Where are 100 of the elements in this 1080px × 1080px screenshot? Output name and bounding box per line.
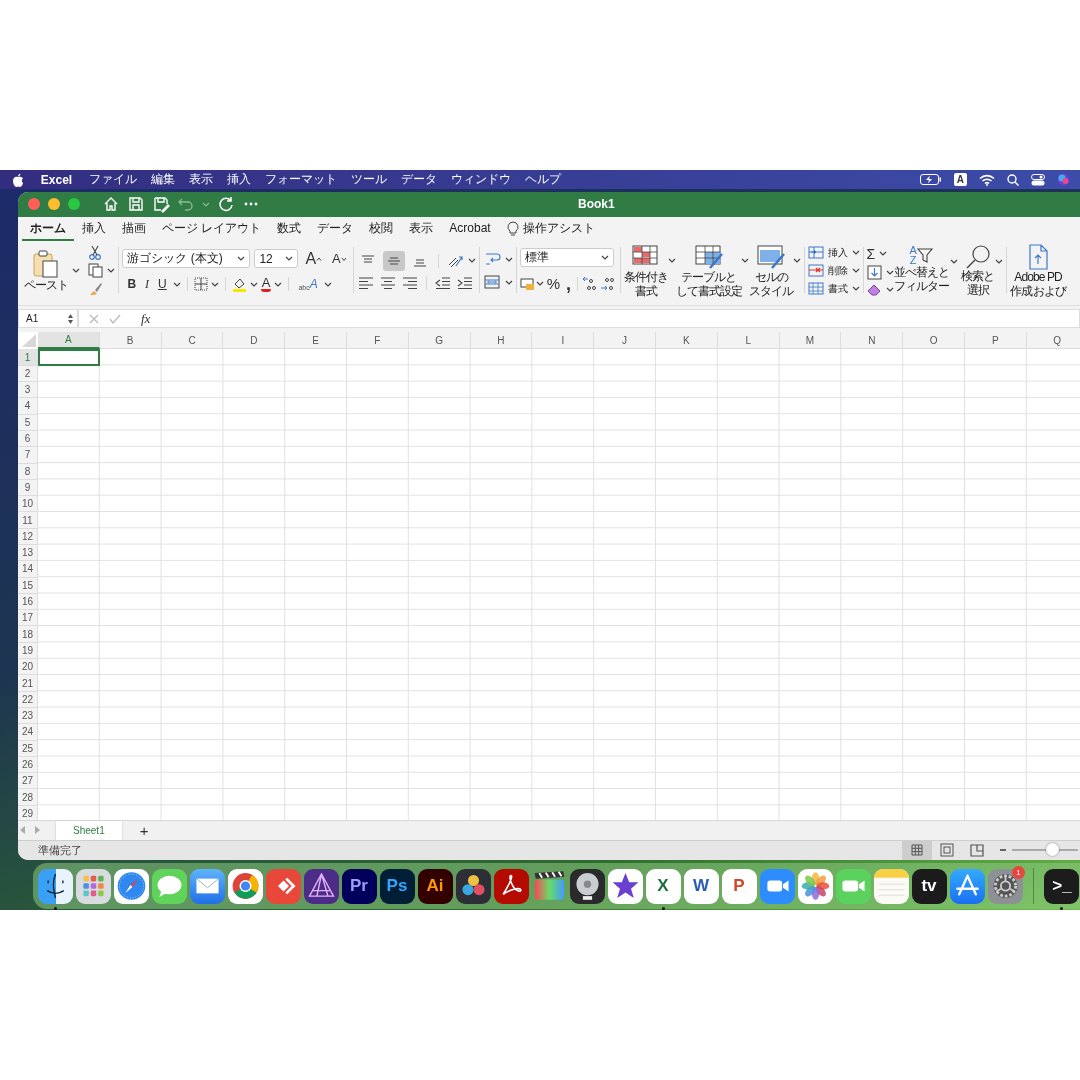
paintbrush-icon[interactable] [88, 281, 104, 297]
column-header[interactable]: K [655, 332, 718, 350]
envelope-icon[interactable] [189, 868, 225, 904]
smiling-face-icon[interactable] [37, 868, 73, 904]
number-format-dropdown[interactable]: 標準 [519, 248, 614, 268]
row-header[interactable]: 13 [18, 545, 38, 562]
compass-icon[interactable] [113, 868, 149, 904]
scissors-icon[interactable] [88, 245, 103, 261]
column-header[interactable]: N [841, 332, 904, 350]
column-header[interactable]: I [532, 332, 595, 350]
video-camera-icon[interactable] [759, 868, 795, 904]
paste-button[interactable]: ペースト [24, 249, 69, 292]
delete-cells-button[interactable]: 削除 [807, 263, 848, 279]
colorful-orb-icon[interactable] [1057, 173, 1070, 186]
caret-up-icon[interactable] [316, 256, 323, 261]
column-header[interactable]: A [38, 332, 100, 350]
column-header[interactable]: O [903, 332, 965, 350]
formula-field[interactable]: fx [78, 309, 1080, 328]
caret-icon[interactable] [249, 281, 258, 287]
row-header[interactable]: 17 [18, 610, 38, 627]
menu-item[interactable]: 編集 [144, 171, 182, 188]
zoom-out-icon[interactable] [1000, 849, 1006, 852]
row-header[interactable]: 10 [18, 496, 38, 513]
page-layout-view-icon[interactable] [939, 842, 955, 859]
caret-icon[interactable] [172, 281, 181, 287]
italic-button[interactable]: I [142, 275, 153, 293]
align-right-icon[interactable] [400, 274, 419, 291]
caret-icon[interactable] [504, 256, 513, 262]
shrink-font-button[interactable]: A [329, 250, 350, 268]
menu-item[interactable]: 表示 [182, 171, 220, 188]
sheet-tab[interactable]: Sheet1 [56, 821, 122, 840]
diamond-chevron-icon[interactable] [265, 868, 301, 904]
ribbon-tab[interactable]: Acrobat [441, 218, 499, 240]
bold-button[interactable]: B [124, 276, 140, 293]
menu-item[interactable]: Excel [24, 172, 82, 187]
ribbon-tab[interactable]: 数式 [269, 216, 310, 241]
caret-icon[interactable] [72, 268, 81, 274]
column-header[interactable]: F [347, 332, 409, 350]
caret-icon[interactable] [792, 257, 801, 263]
menu-item[interactable]: 挿入 [220, 171, 258, 188]
caret-icon[interactable] [285, 256, 294, 262]
gear-icon[interactable] [987, 868, 1023, 904]
fill-down-icon[interactable] [866, 264, 882, 280]
sort-filter-button[interactable]: A Z 並べ替えと フィルター [893, 244, 950, 293]
caret-icon[interactable] [237, 256, 246, 262]
column-header[interactable]: M [779, 332, 842, 350]
row-header[interactable]: 21 [18, 675, 38, 692]
row-header[interactable]: 1 [18, 349, 38, 366]
column-header[interactable]: G [408, 332, 471, 350]
caret-icon[interactable] [467, 258, 476, 264]
normal-view-icon[interactable] [909, 842, 925, 859]
column-header[interactable]: L [717, 332, 780, 350]
autosum-button[interactable]: Σ [866, 245, 876, 262]
row-header[interactable]: 3 [18, 382, 38, 399]
column-header[interactable]: P [964, 332, 1027, 350]
normal-view-button[interactable] [902, 841, 932, 860]
letter-app-icon[interactable]: X [645, 868, 681, 904]
ribbon-tab[interactable]: ページ レイアウト [154, 216, 270, 241]
crossed-sticks-icon[interactable] [949, 868, 985, 904]
caret-icon[interactable] [879, 251, 888, 257]
grow-font-button[interactable]: A [302, 248, 326, 269]
menu-item[interactable]: ヘルプ [518, 171, 568, 188]
column-header[interactable]: H [470, 332, 533, 350]
menu-item[interactable]: ファイル [82, 171, 144, 188]
ribbon-tab[interactable]: 校閲 [361, 216, 402, 241]
comma-style-button[interactable]: , [563, 276, 575, 291]
caret-icon[interactable] [535, 281, 544, 287]
speech-bubble-icon[interactable] [151, 868, 187, 904]
row-header[interactable]: 20 [18, 659, 38, 676]
caret-icon[interactable] [950, 258, 959, 264]
battery-charging-icon[interactable] [919, 174, 942, 185]
underline-button[interactable]: U [155, 276, 170, 293]
cell-style-brush-button[interactable]: セルの スタイル [749, 243, 794, 298]
table-brush-button[interactable]: テーブルと して書式設定 [675, 243, 743, 298]
menu-item[interactable]: ウィンドウ [444, 171, 518, 188]
add-sheet-button[interactable]: + [135, 822, 153, 839]
row-header[interactable]: 4 [18, 398, 38, 415]
row-header[interactable]: 7 [18, 447, 38, 464]
letter-app-icon[interactable]: W [683, 868, 719, 904]
wifi-icon[interactable] [979, 173, 995, 186]
row-header[interactable]: 28 [18, 789, 38, 806]
conditional-format-button[interactable]: 条件付き 書式 [624, 243, 669, 298]
minimize-button[interactable] [48, 198, 60, 211]
column-header[interactable]: B [99, 332, 162, 350]
star-icon[interactable] [607, 868, 643, 904]
column-header[interactable]: C [161, 332, 224, 350]
search-icon[interactable] [1007, 173, 1019, 186]
apple-icon[interactable] [12, 172, 24, 187]
ribbon-tab[interactable]: 描画 [114, 216, 154, 241]
ribbon-tab[interactable]: 表示 [401, 216, 442, 241]
control-center-icon[interactable] [1031, 173, 1045, 186]
menu-item[interactable]: フォーマット [258, 171, 344, 188]
caret-icon[interactable] [885, 286, 894, 292]
redo-icon[interactable] [217, 195, 235, 214]
ribbon-tab[interactable]: 挿入 [74, 216, 114, 241]
eraser-icon[interactable] [866, 282, 882, 296]
decrease-indent-icon[interactable] [433, 274, 452, 291]
borders-icon[interactable] [193, 277, 208, 292]
caret-down-icon[interactable] [340, 256, 347, 261]
align-left-icon[interactable] [356, 274, 375, 291]
